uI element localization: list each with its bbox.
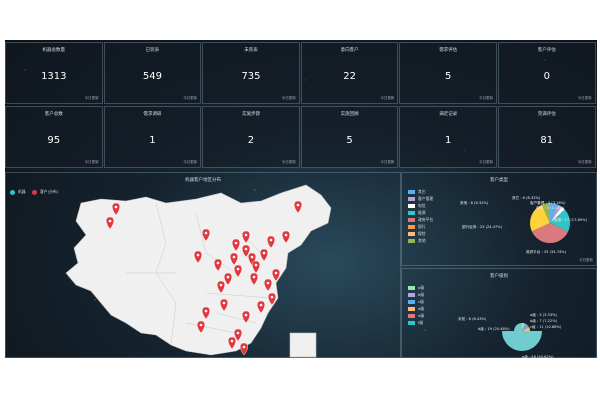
- south-china-sea-inset: [289, 332, 317, 358]
- slice-label: 能源 : 17 (17.89%): [554, 218, 587, 222]
- stat-updated: 今日更新: [84, 160, 99, 164]
- map-pin-icon[interactable]: [240, 342, 248, 356]
- stat-card[interactable]: 完满评估 81 今日更新: [498, 106, 596, 168]
- stat-card[interactable]: 意向客户 22 今日更新: [300, 42, 399, 104]
- slice-label: 其他 : 6 (6.32%): [460, 201, 489, 205]
- stat-card[interactable]: 未装表 735 今日更新: [202, 42, 300, 104]
- stat-updated: 今日更新: [183, 160, 198, 164]
- stat-card[interactable]: 实施回顾 5 今日更新: [300, 106, 399, 168]
- map-panel: 机器客户地区分布 机器 客户(分布): [5, 172, 401, 358]
- slice-label: 政府平台 : 33 (34.74%): [526, 250, 567, 254]
- stat-updated: 今日更新: [183, 96, 198, 100]
- update-note: 今日更新: [579, 258, 593, 262]
- stat-value: 22: [343, 71, 356, 82]
- stat-card[interactable]: 客户评估 0 今日更新: [498, 42, 596, 104]
- stat-label: 客户评估: [537, 48, 556, 53]
- slice-label: c级 : 11 (10.88%): [530, 325, 562, 329]
- stat-value: 95: [47, 135, 61, 146]
- stat-card[interactable]: 满足记录 1 今日更新: [399, 106, 497, 168]
- stat-updated: 今日更新: [281, 96, 296, 100]
- stat-card[interactable]: 需求评估 5 今日更新: [399, 42, 497, 104]
- stat-updated: 今日更新: [577, 96, 592, 100]
- stat-updated: 今日更新: [380, 160, 395, 164]
- stat-updated: 今日更新: [380, 96, 395, 100]
- stat-label: 需求调研: [143, 112, 162, 117]
- stat-value: 5: [346, 135, 353, 146]
- stat-updated: 今日更新: [577, 160, 592, 164]
- customer-level-panel: 客户级别 a级 b级 c级 d级 e级 f级 未知 : 6 (6.43%) a级 : 3 (…: [401, 268, 597, 358]
- slice-label: 银行证券 : 23 (24.47%): [462, 225, 503, 229]
- stat-card[interactable]: 需求调研 1 今日更新: [103, 106, 202, 168]
- stat-label: 意向客户: [340, 48, 359, 53]
- stat-updated: 今日更新: [478, 96, 493, 100]
- stat-value: 2: [247, 135, 255, 146]
- stat-label: 需求评估: [439, 48, 458, 53]
- stat-updated: 今日更新: [281, 160, 296, 164]
- slice-label: 未知 : 6 (6.43%): [458, 317, 487, 321]
- stat-value: 0: [543, 71, 550, 82]
- dashboard-screen: 机器总数量 1313 今日更新 已装表 549 今日更新 未装表 735 今日更新 意向客户 22 今…: [5, 40, 597, 358]
- stat-card[interactable]: 实施步骤 2 今日更新: [202, 106, 300, 168]
- stat-label: 实施回顾: [340, 112, 359, 117]
- stat-label: 完满评估: [537, 112, 556, 117]
- stat-card[interactable]: 客户总数 95 今日更新: [5, 106, 103, 168]
- slice-label: a级 : 3 (3.33%): [530, 313, 557, 317]
- stat-updated: 今日更新: [478, 160, 493, 164]
- stat-card[interactable]: 机器总数量 1313 今日更新: [5, 42, 103, 104]
- stat-updated: 今日更新: [84, 96, 99, 100]
- slice-label: 电信 : 3 (3.16%): [536, 206, 565, 210]
- stat-value: 5: [445, 71, 452, 82]
- stat-label: 已装表: [145, 48, 160, 53]
- stat-value: 1: [149, 135, 156, 146]
- slice-label: e级 : 48 (50.62%): [522, 355, 554, 358]
- customer-type-panel: 客户类型 其它 客户管理 电信 能源 政府平台 银行 保险 其他 其它 : 6 (6.32%)…: [401, 172, 597, 266]
- stat-label: 未装表: [244, 48, 258, 53]
- stat-label: 客户总数: [44, 112, 63, 117]
- pie-slice[interactable]: [502, 331, 542, 351]
- stat-value: 81: [540, 135, 554, 146]
- china-map[interactable]: [6, 173, 402, 358]
- stat-label: 实施步骤: [241, 112, 260, 117]
- slice-label: b级 : 7 (7.22%): [530, 319, 558, 323]
- slice-label: d级 : 19 (20.48%): [478, 327, 510, 331]
- stat-label: 满足记录: [439, 112, 458, 117]
- stat-value: 549: [142, 71, 162, 82]
- stat-label: 机器总数量: [42, 48, 66, 53]
- stat-value: 735: [241, 71, 261, 82]
- customer-level-pie[interactable]: [402, 269, 597, 358]
- stat-value: 1313: [41, 71, 67, 82]
- stat-card[interactable]: 已装表 549 今日更新: [103, 42, 202, 104]
- stat-value: 1: [445, 135, 452, 146]
